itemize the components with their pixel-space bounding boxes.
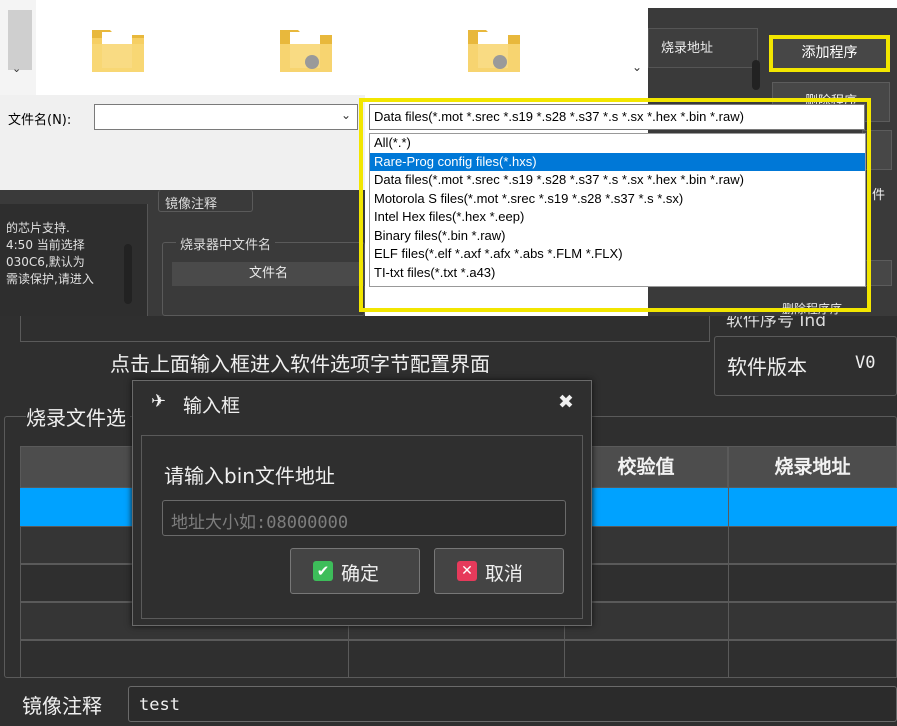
chevron-down-icon[interactable]: ⌄ — [632, 60, 642, 74]
input-dialog: ✈ 输入框 ✖ 请输入bin文件地址 地址大小如:08000000 ✔ 确定 ✕… — [132, 380, 592, 626]
burn-address-header: 烧录地址 — [648, 28, 758, 68]
mirror-note-value: test — [139, 695, 180, 715]
filename-column-label: 文件名 — [248, 266, 288, 281]
dialog-prompt: 请输入bin文件地址 — [164, 464, 335, 488]
close-icon[interactable]: ✖ — [558, 391, 574, 413]
software-version-value: V0 — [855, 353, 876, 373]
software-version-label: 软件版本 — [727, 355, 807, 379]
ok-label: 确定 — [341, 563, 380, 585]
add-program-label: 添加程序 — [801, 45, 858, 61]
table-row[interactable] — [20, 640, 897, 678]
folder-icon[interactable] — [90, 22, 146, 78]
chevron-down-icon[interactable]: ⌄ — [341, 108, 351, 122]
filename-label: 文件名(N): — [8, 113, 72, 128]
dialog-body: 请输入bin文件地址 地址大小如:08000000 ✔ 确定 ✕ 取消 — [141, 435, 583, 619]
cancel-button[interactable]: ✕ 取消 — [434, 548, 564, 594]
address-input-placeholder: 地址大小如:08000000 — [171, 513, 349, 533]
software-serial: 软件序号 Ind — [724, 316, 897, 334]
dialog-titlebar[interactable]: ✈ 输入框 ✖ — [133, 381, 591, 427]
column-header-label: 烧录地址 — [774, 456, 851, 478]
scrollbar[interactable] — [124, 244, 132, 304]
side-button-label: 件 — [872, 188, 886, 203]
folder-icon[interactable] — [278, 22, 334, 78]
cancel-label: 取消 — [485, 563, 524, 585]
burn-files-group-title: 烧录文件选 — [26, 402, 130, 431]
cancel-x-icon: ✕ — [457, 561, 477, 581]
log-line: 的芯片支持. — [6, 221, 70, 235]
chevron-down-icon[interactable]: ⌄ — [12, 62, 21, 75]
folder-icon[interactable] — [466, 22, 522, 78]
view-pane-edge: ⌄ — [0, 0, 36, 95]
app-background-left: 的芯片支持. 4:50 当前选择 030C6,默认为 需读保护,请进入 镜像注释… — [0, 190, 365, 316]
scrollbar-thumb[interactable] — [8, 10, 32, 70]
version-group: 软件版本 V0 — [714, 336, 897, 396]
filename-input[interactable]: ⌄ — [94, 104, 358, 130]
plane-icon: ✈ — [151, 391, 167, 412]
ok-button[interactable]: ✔ 确定 — [290, 548, 420, 594]
mirror-note-label: 镜像注释 — [165, 197, 218, 212]
log-text: 的芯片支持. 4:50 当前选择 030C6,默认为 需读保护,请进入 — [6, 220, 94, 288]
burn-address-header-label: 烧录地址 — [661, 41, 714, 56]
dialog-title: 输入框 — [183, 395, 241, 417]
scrollbar[interactable] — [752, 60, 760, 90]
check-icon: ✔ — [313, 561, 333, 581]
address-input[interactable]: 地址大小如:08000000 — [162, 500, 566, 536]
mirror-note-input[interactable]: test — [128, 686, 897, 722]
software-option-hint[interactable]: 点击上面输入框进入软件选项字节配置界面 — [110, 348, 490, 377]
column-header-label: 校验值 — [617, 456, 675, 478]
add-program-button[interactable]: 添加程序 — [769, 35, 890, 72]
column-divider — [728, 488, 729, 678]
mirror-note-group: 镜像注释 — [158, 190, 253, 212]
mirror-note-label: 镜像注释 — [22, 694, 102, 718]
log-line: 030C6,默认为 — [6, 255, 85, 269]
programmer-filename-title: 烧录器中文件名 — [176, 234, 276, 253]
software-serial-text: 软件序号 Ind — [726, 316, 826, 331]
highlight-callout — [359, 98, 871, 312]
options-box[interactable] — [20, 316, 710, 342]
app-screenshot: 软件序号 Ind 点击上面输入框进入软件选项字节配置界面 软件版本 V0 烧录文… — [0, 316, 897, 726]
burn-address-column-header[interactable]: 烧录地址 — [728, 446, 897, 488]
log-panel: 的芯片支持. 4:50 当前选择 030C6,默认为 需读保护,请进入 — [0, 204, 148, 316]
filename-column-header[interactable]: 文件名 — [172, 262, 365, 286]
log-line: 4:50 当前选择 — [6, 238, 85, 252]
log-line: 需读保护,请进入 — [6, 272, 94, 286]
file-dialog-screenshot: ⌄ ⌄ 文件名(N): ⌄ 的芯片支持. 4:50 当前选择 030C6,默认为… — [0, 0, 897, 316]
